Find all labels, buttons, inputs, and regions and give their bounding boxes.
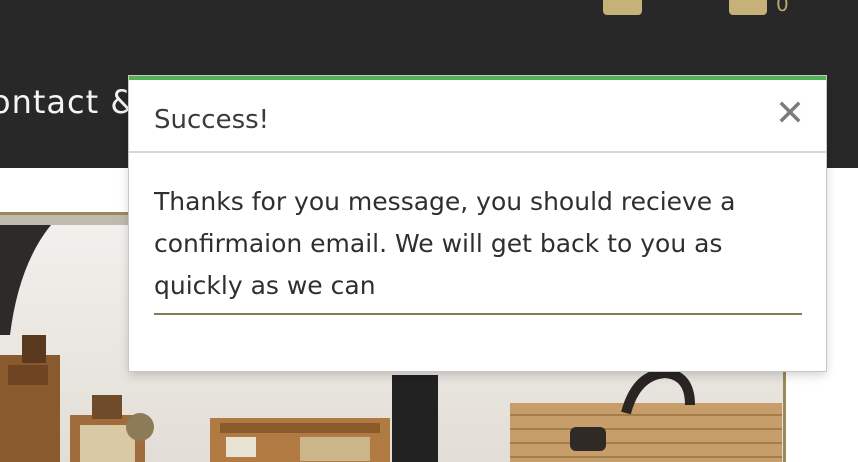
modal-header: Success! [129,80,826,153]
shopping-bag-icon[interactable] [729,0,767,15]
user-icon[interactable] [603,0,642,15]
nav-link-contact[interactable]: ontact & [0,83,136,121]
modal-title: Success! [154,105,270,135]
close-icon [777,101,803,128]
success-modal: Success! Thanks for you message, you sho… [129,76,826,371]
modal-message: Thanks for you message, you should recie… [154,187,736,300]
modal-body: Thanks for you message, you should recie… [154,181,802,315]
cart-count: 0 [776,0,789,16]
close-button[interactable] [777,99,803,125]
